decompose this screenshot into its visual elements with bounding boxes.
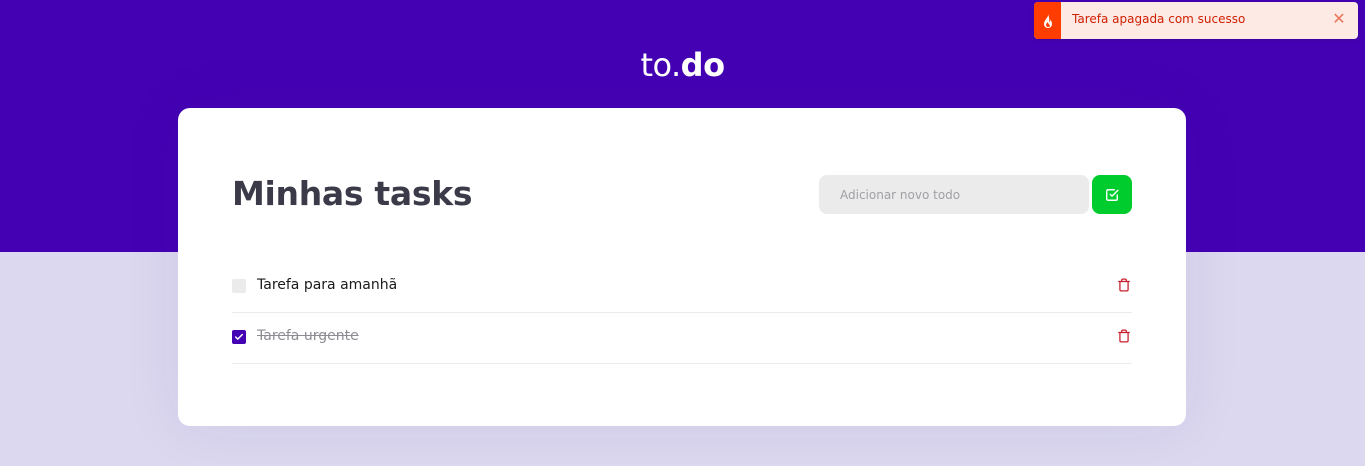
- task-list: Tarefa para amanhã Tarefa urgente: [232, 260, 1132, 364]
- delete-task-button[interactable]: [1116, 277, 1132, 293]
- fire-icon: [1043, 13, 1052, 28]
- trash-icon: [1118, 329, 1130, 343]
- toast-icon-box: [1034, 2, 1061, 39]
- logo-prefix: to.: [640, 46, 681, 84]
- check-square-icon: [1106, 188, 1119, 201]
- page-title: Minhas tasks: [232, 174, 473, 213]
- new-todo-input[interactable]: [819, 175, 1089, 214]
- task-title: Tarefa para amanhã: [257, 277, 398, 293]
- toast-message: Tarefa apagada com sucesso: [1072, 12, 1246, 26]
- task-checkbox[interactable]: [232, 330, 246, 344]
- toast-notification: Tarefa apagada com sucesso ✕: [1034, 2, 1358, 39]
- task-title: Tarefa urgente: [257, 328, 359, 344]
- close-icon[interactable]: ✕: [1332, 9, 1346, 29]
- task-card: Minhas tasks Tarefa para amanhã: [178, 108, 1186, 426]
- logo-suffix: do: [680, 46, 725, 84]
- task-item: Tarefa para amanhã: [232, 260, 1132, 313]
- app-logo: to.do: [0, 46, 1365, 84]
- task-checkbox[interactable]: [232, 279, 246, 293]
- trash-icon: [1118, 278, 1130, 292]
- delete-task-button[interactable]: [1116, 328, 1132, 344]
- add-todo-button[interactable]: [1092, 175, 1132, 214]
- task-item: Tarefa urgente: [232, 313, 1132, 364]
- check-icon: [234, 333, 244, 340]
